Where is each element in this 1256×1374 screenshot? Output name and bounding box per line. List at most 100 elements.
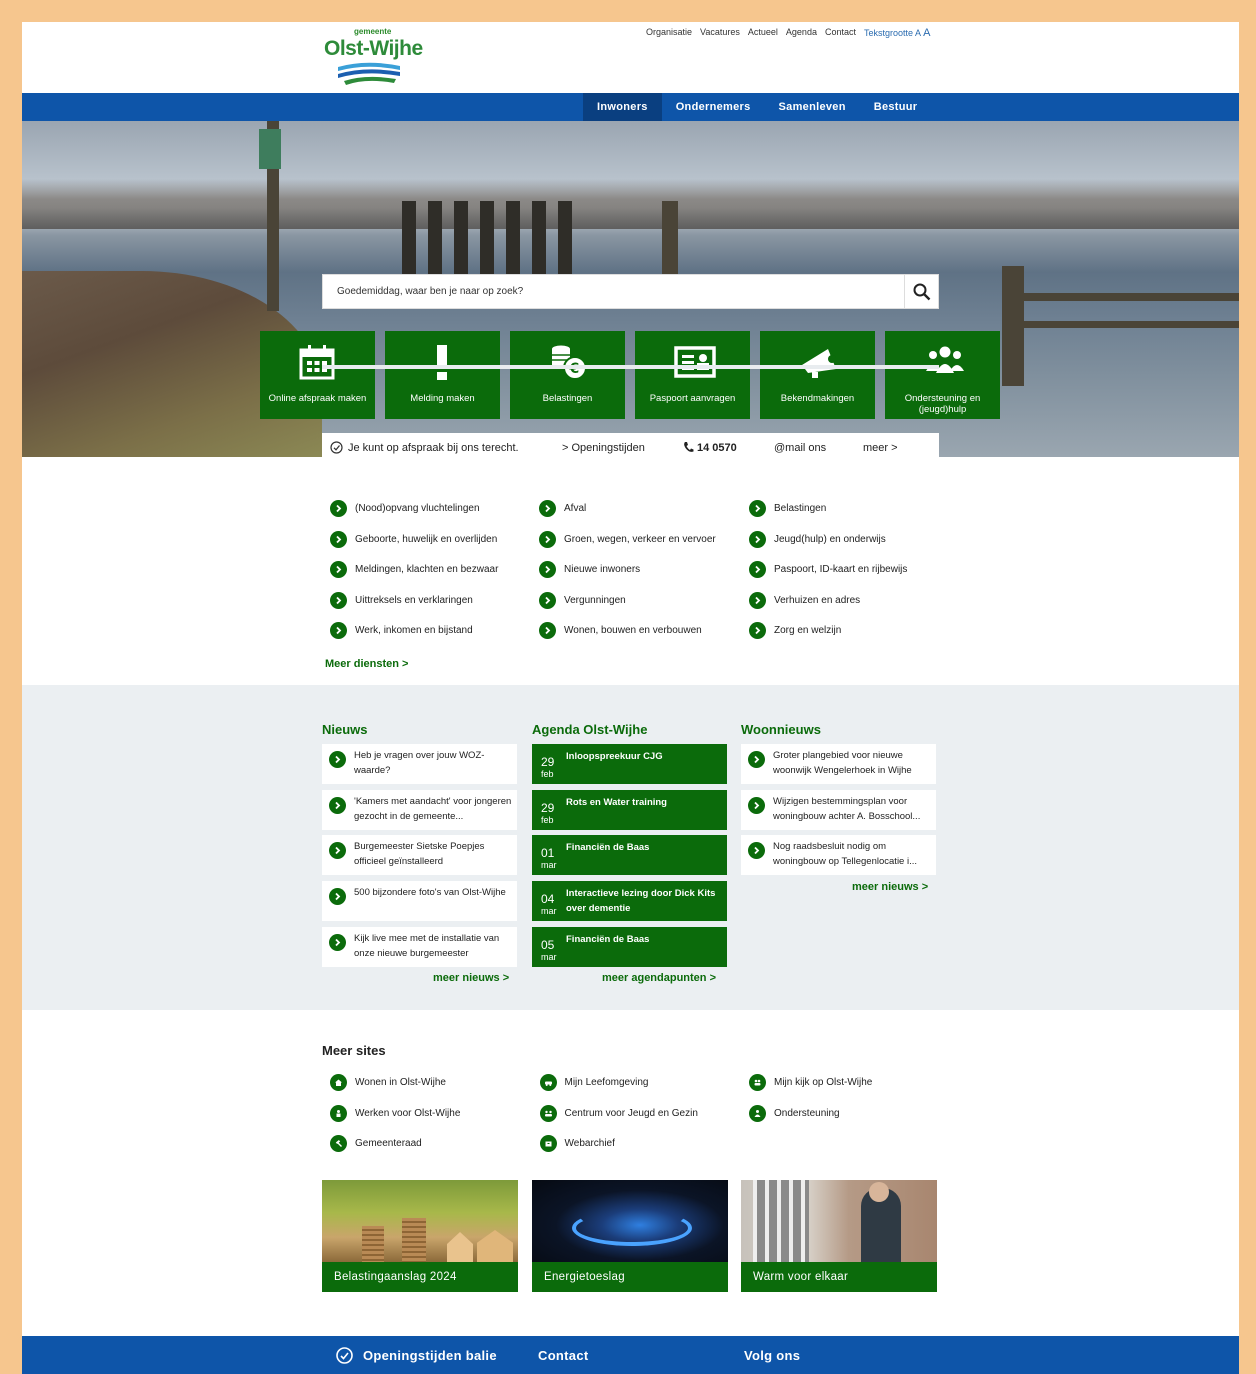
- utility-link-contact[interactable]: Contact: [825, 27, 856, 39]
- agenda-item[interactable]: 04 mar Interactieve lezing door Dick Kit…: [532, 881, 727, 922]
- search-button[interactable]: [904, 275, 938, 308]
- service-link[interactable]: Geboorte, huwelijk en overlijden: [330, 530, 497, 548]
- nav-bestuur[interactable]: Bestuur: [860, 93, 932, 121]
- more-site-label: Ondersteuning: [774, 1107, 840, 1119]
- promo-image-coins: [322, 1180, 518, 1262]
- tile-ondersteuning[interactable]: Ondersteuning en (jeugd)hulp: [885, 331, 1000, 419]
- service-link[interactable]: Afval: [539, 500, 586, 517]
- tile-melding-maken[interactable]: Melding maken: [385, 331, 500, 419]
- footer-follow[interactable]: Volg ons: [744, 1348, 800, 1363]
- more-site-label: Mijn Leefomgeving: [564, 1077, 649, 1088]
- news-item-title: 'Kamers met aandacht' voor jongeren gezo…: [354, 795, 512, 822]
- more-agenda-link[interactable]: meer agendapunten >: [602, 972, 716, 984]
- more-site-link[interactable]: Mijn kijk op Olst-Wijhe: [749, 1074, 872, 1091]
- service-label: (Nood)opvang vluchtelingen: [355, 503, 480, 514]
- more-site-label: Mijn kijk op Olst-Wijhe: [774, 1077, 873, 1088]
- calendar-icon: [299, 345, 335, 380]
- news-item[interactable]: 500 bijzondere foto's van Olst-Wijhe: [322, 881, 517, 922]
- service-label: Zorg en welzijn: [774, 625, 842, 636]
- service-link[interactable]: Meldingen, klachten en bezwaar: [330, 561, 498, 578]
- service-link[interactable]: Zorg en welzijn: [749, 622, 841, 639]
- more-site-link[interactable]: Werken voor Olst-Wijhe: [330, 1104, 461, 1122]
- tile-belastingen[interactable]: € Belastingen: [510, 331, 625, 419]
- service-link[interactable]: Paspoort, ID-kaart en rijbewijs: [749, 561, 907, 578]
- more-site-link[interactable]: Centrum voor Jeugd en Gezin: [539, 1104, 698, 1122]
- chevron-right-icon: [329, 751, 346, 768]
- housing-news-item[interactable]: Nog raadsbesluit nodig om woningbouw op …: [741, 835, 936, 876]
- nav-samenleven[interactable]: Samenleven: [765, 93, 860, 121]
- housing-news-item[interactable]: Groter plangebied voor nieuwe woonwijk W…: [741, 744, 936, 784]
- agenda-item[interactable]: 29 feb Inloopspreekuur CJG: [532, 744, 727, 784]
- chevron-right-icon: [748, 796, 765, 814]
- agenda-item[interactable]: 01 mar Financiën de Baas: [532, 835, 727, 876]
- logo-name: Olst-Wijhe: [324, 37, 423, 60]
- chevron-right-icon: [539, 500, 556, 517]
- service-label: Groen, wegen, verkeer en vervoer: [564, 533, 716, 545]
- utility-link-actueel[interactable]: Actueel: [748, 27, 778, 39]
- more-site-link[interactable]: Wonen in Olst-Wijhe: [330, 1074, 446, 1091]
- more-site-link[interactable]: Webarchief: [539, 1135, 615, 1152]
- agenda-title: Interactieve lezing door Dick Kits over …: [566, 888, 716, 915]
- agenda-day: 04: [541, 892, 555, 907]
- service-link[interactable]: Belastingen: [749, 500, 826, 517]
- chevron-right-icon: [329, 933, 346, 951]
- utility-link-vacatures[interactable]: Vacatures: [700, 27, 740, 39]
- service-link[interactable]: Uittreksels en verklaringen: [330, 591, 473, 609]
- service-link[interactable]: Groen, wegen, verkeer en vervoer: [539, 530, 716, 548]
- service-link[interactable]: Verhuizen en adres: [749, 591, 860, 609]
- service-label: Jeugd(hulp) en onderwijs: [774, 533, 886, 545]
- news-item[interactable]: Kijk live mee met de installatie van onz…: [322, 926, 517, 967]
- service-link[interactable]: Jeugd(hulp) en onderwijs: [749, 530, 886, 548]
- svg-text:€: €: [569, 361, 580, 377]
- text-size-small[interactable]: A: [915, 28, 921, 38]
- promo-energietoeslag[interactable]: Energietoeslag: [532, 1180, 728, 1292]
- tile-bekendmakingen[interactable]: Bekendmakingen: [760, 331, 875, 419]
- footer-contact[interactable]: Contact: [538, 1348, 589, 1363]
- logo[interactable]: gemeente Olst-Wijhe: [324, 27, 424, 91]
- service-link[interactable]: Nieuwe inwoners: [539, 561, 640, 578]
- service-link[interactable]: Wonen, bouwen en verbouwen: [539, 622, 702, 639]
- mail-link[interactable]: @mail ons: [774, 442, 826, 454]
- nav-inwoners[interactable]: Inwoners: [583, 93, 662, 121]
- agenda-item[interactable]: 29 feb Rots en Water training: [532, 789, 727, 830]
- more-contact-link[interactable]: meer >: [863, 442, 898, 454]
- service-link[interactable]: Werk, inkomen en bijstand: [330, 622, 473, 639]
- more-housing-news-link[interactable]: meer nieuws >: [852, 881, 928, 893]
- news-item[interactable]: Heb je vragen over jouw WOZ-waarde?: [322, 744, 517, 784]
- opening-hours-link[interactable]: > Openingstijden: [562, 442, 645, 454]
- promo-belastingaanslag[interactable]: Belastingaanslag 2024: [322, 1180, 518, 1292]
- news-item[interactable]: 'Kamers met aandacht' voor jongeren gezo…: [322, 789, 517, 830]
- promo-warm-voor-elkaar[interactable]: Warm voor elkaar: [741, 1180, 937, 1292]
- more-site-label: Werken voor Olst-Wijhe: [355, 1107, 461, 1119]
- chevron-right-icon: [330, 561, 347, 578]
- housing-news-item[interactable]: Wijzigen bestemmingsplan voor woningbouw…: [741, 789, 936, 830]
- info-bar-underline: [322, 365, 939, 369]
- text-size-large[interactable]: A: [923, 27, 930, 39]
- tile-label: Melding maken: [410, 393, 475, 404]
- service-label: Wonen, bouwen en verbouwen: [564, 625, 702, 636]
- more-site-link[interactable]: Mijn Leefomgeving: [539, 1074, 649, 1091]
- footer-opening-hours[interactable]: Openingstijden balie: [363, 1348, 497, 1363]
- more-site-link[interactable]: Ondersteuning: [749, 1104, 840, 1122]
- service-label: Belastingen: [774, 503, 827, 514]
- utility-link-agenda[interactable]: Agenda: [786, 27, 817, 39]
- tile-paspoort-aanvragen[interactable]: Paspoort aanvragen: [635, 331, 750, 419]
- more-site-link[interactable]: Gemeenteraad: [330, 1135, 422, 1152]
- nav-ondernemers[interactable]: Ondernemers: [662, 93, 765, 121]
- service-link[interactable]: Vergunningen: [539, 591, 626, 609]
- phone-number[interactable]: 14 0570: [697, 442, 737, 454]
- appointment-text: Je kunt op afspraak bij ons terecht.: [348, 442, 519, 454]
- agenda-month: mar: [541, 951, 557, 962]
- megaphone-icon: [802, 349, 836, 378]
- hero-treeline: [22, 179, 1239, 229]
- news-item[interactable]: Burgemeester Sietske Poepjes officieel g…: [322, 835, 517, 876]
- utility-link-organisatie[interactable]: Organisatie: [646, 27, 692, 39]
- tile-online-afspraak[interactable]: Online afspraak maken: [260, 331, 375, 419]
- service-link[interactable]: (Nood)opvang vluchtelingen: [330, 500, 480, 517]
- support-icon: [749, 1104, 766, 1122]
- search-input[interactable]: [323, 275, 904, 308]
- more-services-link[interactable]: Meer diensten >: [325, 658, 408, 670]
- agenda-item[interactable]: 05 mar Financiën de Baas: [532, 926, 727, 967]
- chevron-right-icon: [329, 842, 346, 860]
- more-news-link[interactable]: meer nieuws >: [433, 972, 509, 984]
